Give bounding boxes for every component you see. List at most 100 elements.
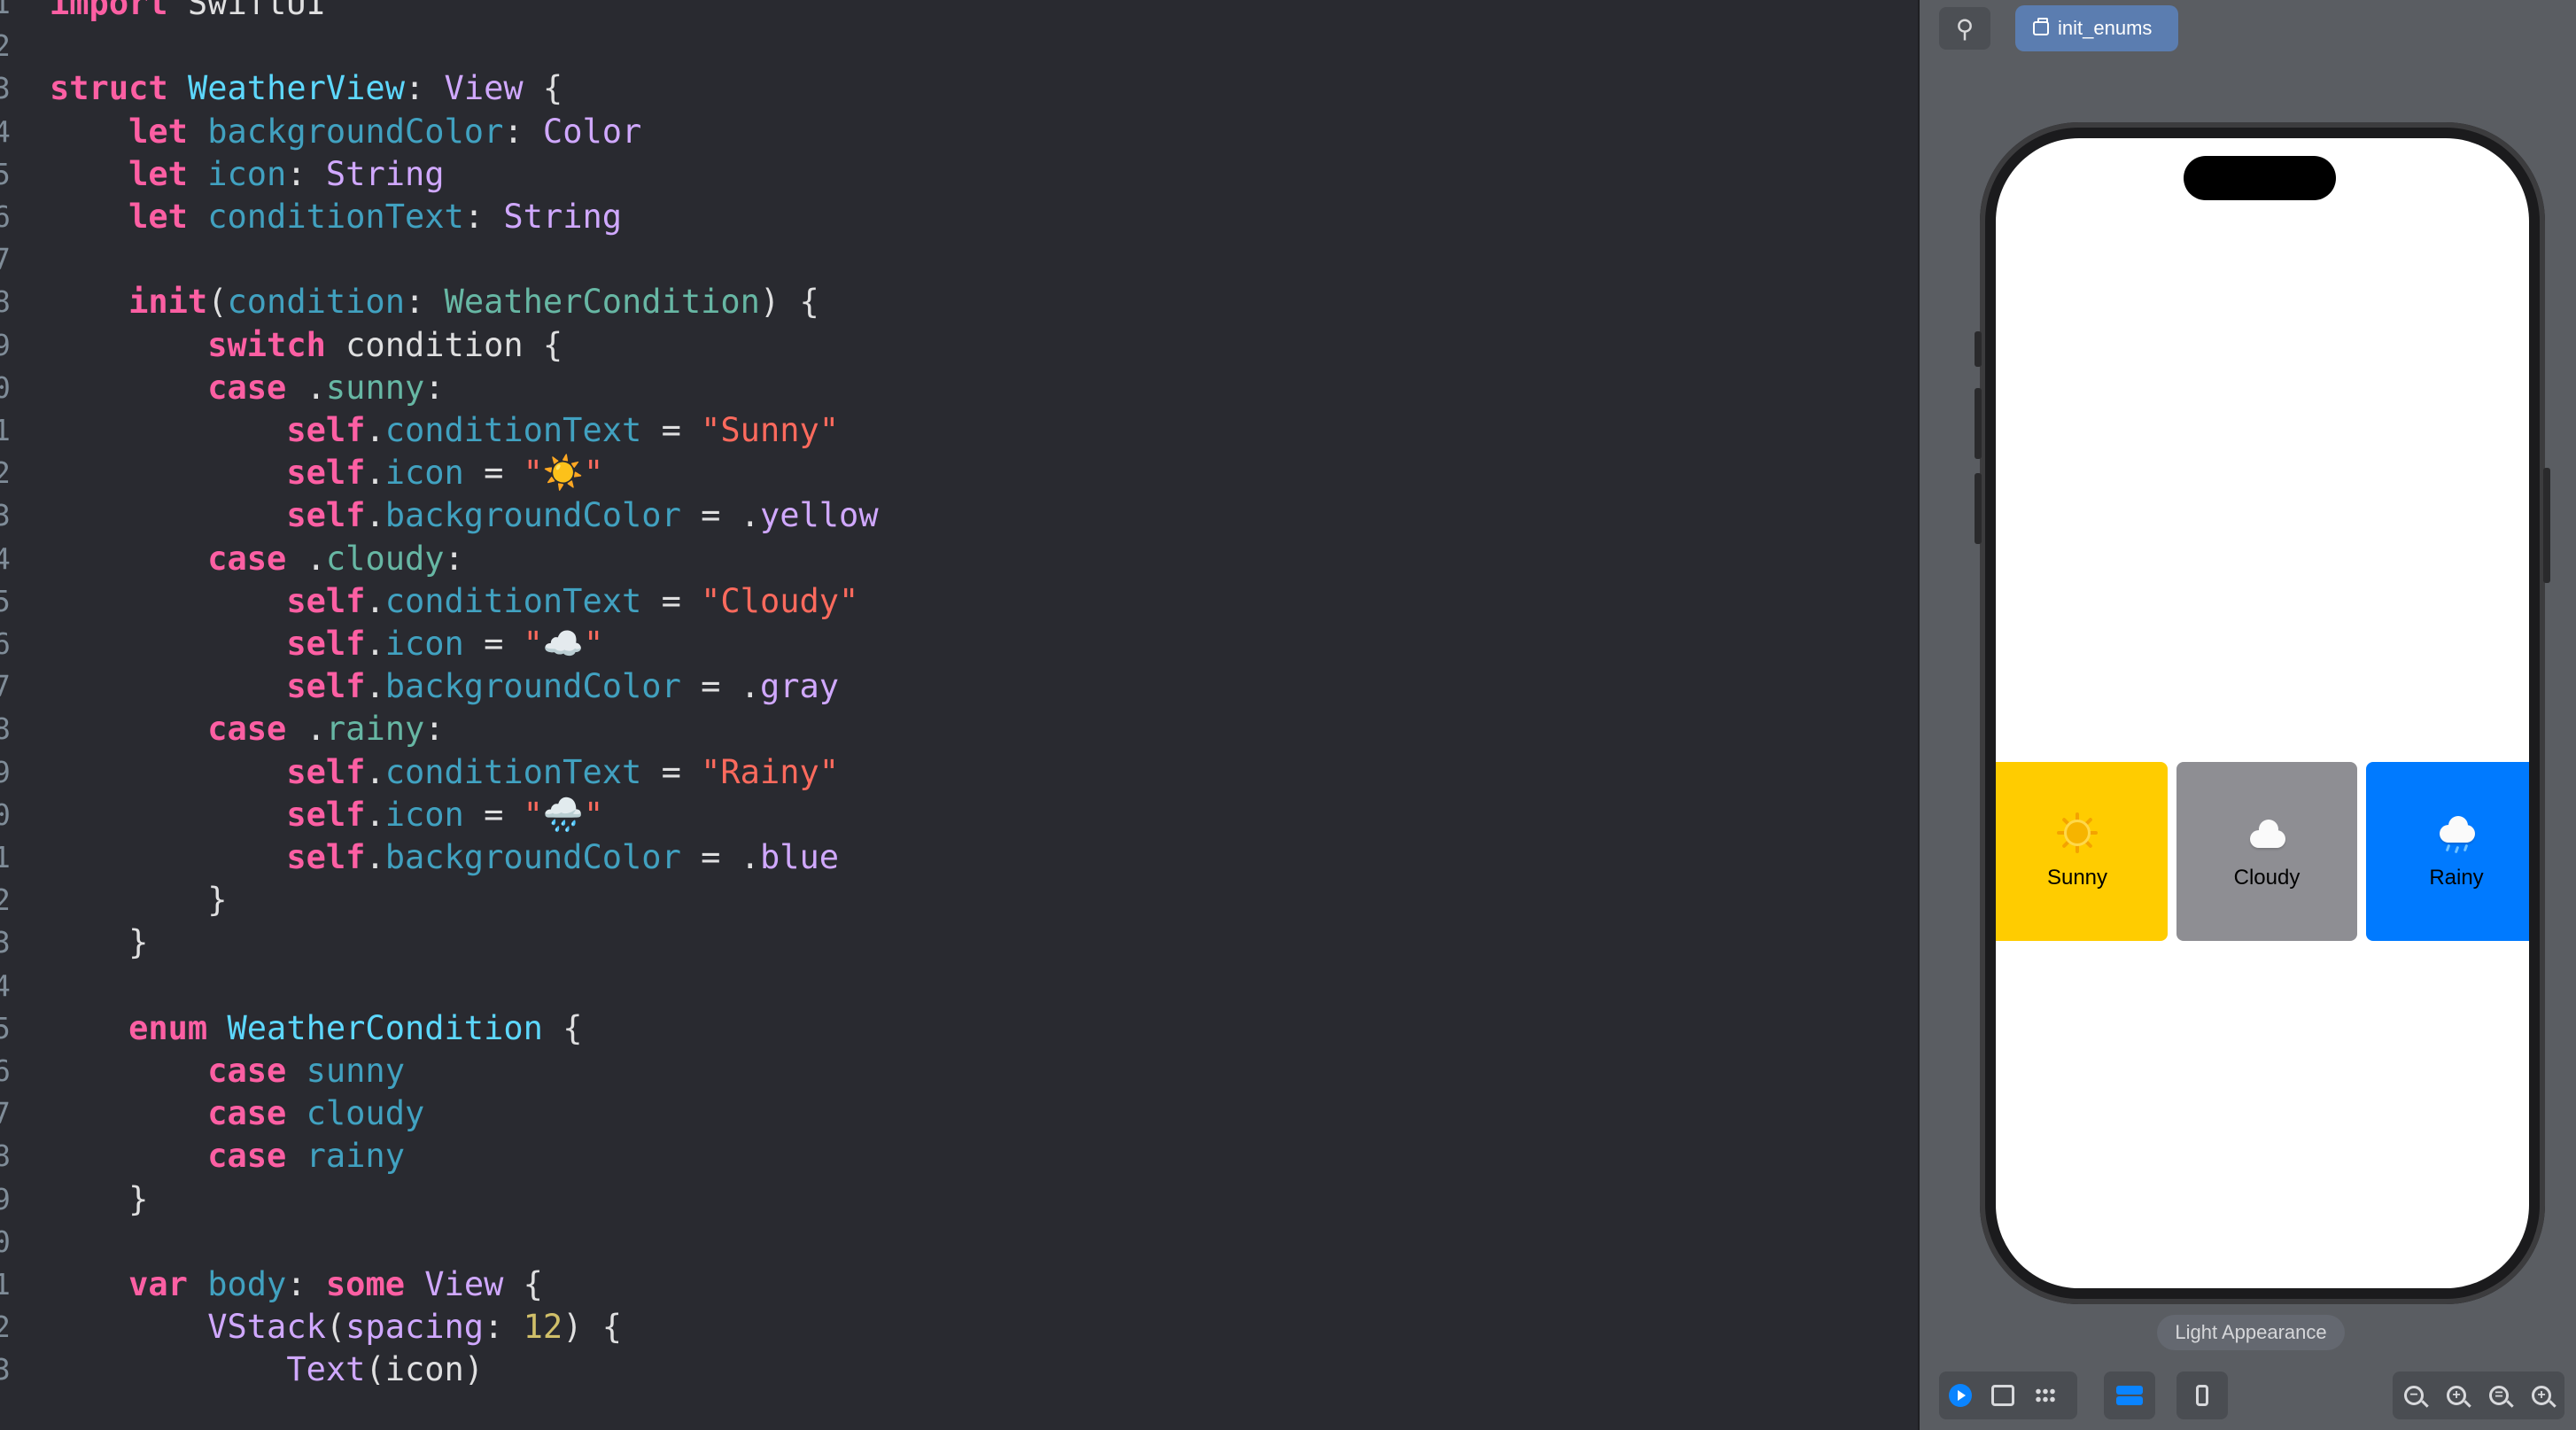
code-token: String	[325, 154, 445, 193]
code-line[interactable]: 5 let icon: String	[0, 153, 1918, 196]
code-token: icon	[384, 795, 464, 834]
pin-button[interactable]: ⚲	[1939, 7, 1990, 50]
code-text: case .sunny:	[50, 367, 444, 409]
code-token: :	[484, 1308, 524, 1347]
code-token: Text	[286, 1350, 366, 1389]
code-token: =	[463, 454, 524, 493]
code-text: case cloudy	[50, 1092, 424, 1135]
source-editor[interactable]: 1 import SwiftUI 2 3 struct WeatherView: Vie…	[0, 0, 1918, 1430]
zoom-out-button[interactable]: −	[2393, 1372, 2435, 1419]
code-line[interactable]: 4	[0, 965, 1918, 1007]
code-line[interactable]: 3 Text(icon)	[0, 1348, 1918, 1391]
code-token: :	[286, 154, 326, 193]
line-number: 2	[0, 882, 11, 918]
code-line[interactable]: 4 let backgroundColor: Color	[0, 111, 1918, 153]
code-line[interactable]: 6 case sunny	[0, 1050, 1918, 1092]
code-token: (	[325, 1308, 346, 1347]
code-line[interactable]: 8 init(condition: WeatherCondition) {	[0, 281, 1918, 323]
code-line[interactable]: 9 }	[0, 1178, 1918, 1221]
code-token: case	[207, 1137, 287, 1176]
zoom-in-icon: +	[2447, 1386, 2466, 1405]
code-line[interactable]: 0 self.icon = "🌧️"	[0, 794, 1918, 836]
code-line[interactable]: 7 self.backgroundColor = .gray	[0, 665, 1918, 708]
live-preview-button[interactable]	[1939, 1372, 1982, 1419]
code-line[interactable]: 6 let conditionText: String	[0, 196, 1918, 238]
line-number: 1	[0, 413, 11, 447]
line-number: 2	[0, 455, 11, 491]
code-line[interactable]: 8 case .rainy:	[0, 708, 1918, 750]
code-text: self.icon = "🌧️"	[50, 794, 603, 836]
line-number: 0	[0, 797, 11, 832]
code-token: cloudy	[306, 1094, 425, 1133]
code-token: :	[424, 710, 445, 749]
code-token: .	[365, 838, 385, 876]
zoom-fit-icon: =	[2489, 1386, 2509, 1405]
code-token: let	[128, 112, 188, 151]
line-number: 2	[0, 1310, 11, 1345]
code-text: self.backgroundColor = .yellow	[50, 494, 878, 537]
code-line[interactable]: 8 case rainy	[0, 1135, 1918, 1177]
code-line[interactable]: 6 self.icon = "☁️"	[0, 623, 1918, 665]
code-line[interactable]: 5 self.conditionText = "Cloudy"	[0, 580, 1918, 623]
code-line[interactable]: 1 self.backgroundColor = .blue	[0, 836, 1918, 879]
zoom-in-button[interactable]: +	[2435, 1372, 2478, 1419]
code-line[interactable]: 3 struct WeatherView: View {	[0, 67, 1918, 110]
code-token: self	[286, 752, 366, 791]
device-settings-button[interactable]	[2181, 1372, 2223, 1419]
line-number: 1	[0, 840, 11, 874]
tile-label: Sunny	[2046, 866, 2108, 890]
line-number: 7	[0, 669, 11, 704]
code-line[interactable]: 1 import SwiftUI	[0, 0, 1918, 25]
code-line[interactable]: 2 VStack(spacing: 12) {	[0, 1306, 1918, 1348]
line-number: 5	[0, 156, 11, 191]
variants-button[interactable]	[2024, 1372, 2067, 1419]
code-token: SwiftUI	[167, 0, 326, 22]
code-line[interactable]: 0 case .sunny:	[0, 367, 1918, 409]
code-token: = .	[680, 838, 760, 876]
variant-button[interactable]	[2108, 1372, 2151, 1419]
code-token: self	[286, 454, 366, 493]
line-number: 8	[0, 711, 11, 747]
line-number: 5	[0, 1010, 11, 1045]
code-line[interactable]: 2	[0, 25, 1918, 67]
code-line[interactable]: 4 case .cloudy:	[0, 538, 1918, 580]
appearance-label[interactable]: Light Appearance	[2157, 1315, 2345, 1350]
code-line[interactable]: 3 self.backgroundColor = .yellow	[0, 494, 1918, 537]
code-token: switch	[207, 325, 326, 364]
code-line[interactable]: 7 case cloudy	[0, 1092, 1918, 1135]
code-token: case	[207, 539, 287, 578]
code-text: self.conditionText = "Sunny"	[50, 409, 839, 452]
code-line[interactable]: 9 self.conditionText = "Rainy"	[0, 751, 1918, 794]
code-token: :	[463, 198, 504, 236]
selectable-button[interactable]	[1982, 1372, 2024, 1419]
code-token: sunny	[325, 368, 425, 407]
code-line[interactable]: 1 self.conditionText = "Sunny"	[0, 409, 1918, 452]
code-line[interactable]: 7	[0, 238, 1918, 281]
code-line[interactable]: 0	[0, 1221, 1918, 1263]
code-token: backgroundColor	[207, 112, 504, 151]
code-token: =	[641, 752, 702, 791]
code-text: case sunny	[50, 1050, 405, 1092]
code-line[interactable]: 2 self.icon = "☀️"	[0, 452, 1918, 494]
code-token: .	[365, 454, 385, 493]
weather-tile-rainy: Rainy	[2366, 762, 2529, 941]
line-number: 6	[0, 1053, 11, 1088]
code-line[interactable]: 9 switch condition {	[0, 324, 1918, 367]
code-line[interactable]: 3 }	[0, 921, 1918, 964]
code-line[interactable]: 2 }	[0, 879, 1918, 921]
preview-mode-group	[1939, 1372, 2077, 1419]
code-line[interactable]: 1 var body: some View {	[0, 1263, 1918, 1306]
zoom-actual-button[interactable]: +	[2520, 1372, 2563, 1419]
zoom-fit-button[interactable]: =	[2478, 1372, 2520, 1419]
code-token: self	[286, 667, 366, 706]
code-line[interactable]: 5 enum WeatherCondition {	[0, 1007, 1918, 1050]
preview-tab[interactable]: init_enums	[2015, 5, 2178, 51]
device-frame: Sunny Cloudy Rainy	[1975, 122, 2550, 1304]
